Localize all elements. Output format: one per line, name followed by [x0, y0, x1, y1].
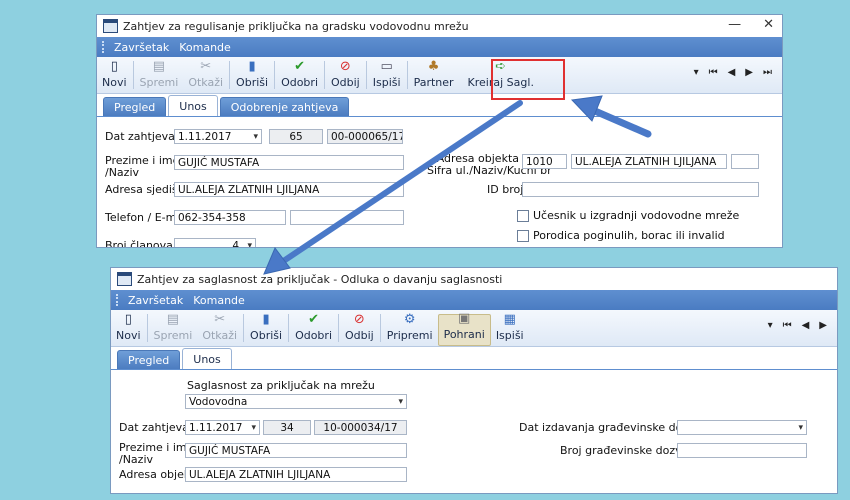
annotation-arrows: [263, 95, 652, 275]
arrow-to-kreiraj: [584, 104, 652, 138]
arrow-to-window2: [279, 100, 523, 265]
arrow-to-kreiraj-head: [570, 95, 603, 122]
